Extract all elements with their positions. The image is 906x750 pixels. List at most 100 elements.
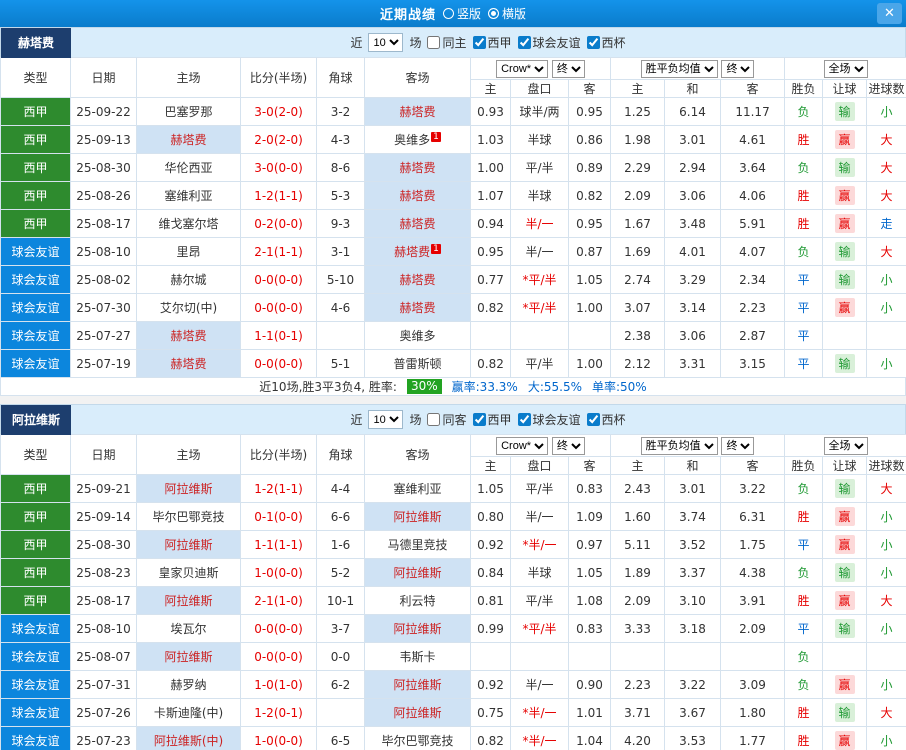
team-name: 赫塔费 — [399, 105, 436, 119]
bookmaker-select[interactable]: Crow* — [496, 59, 549, 78]
recent-count-select[interactable]: 10 — [368, 410, 404, 429]
away-team: 普雷斯顿 — [364, 349, 471, 378]
radio-icon[interactable] — [442, 8, 454, 19]
score: 0-2(0-0) — [240, 209, 317, 238]
result-cell: 胜 — [784, 502, 824, 531]
radio-icon[interactable] — [488, 8, 499, 19]
bookmaker-select[interactable]: Crow* — [496, 436, 549, 455]
team-name: 华伦西亚 — [164, 161, 213, 175]
ah-away-odds: 0.83 — [567, 614, 612, 643]
subcol-result: 胜负 — [784, 456, 824, 475]
filter-same-venue[interactable]: 同主 — [427, 34, 467, 51]
ah-away-odds: 1.01 — [567, 698, 612, 727]
handicap-badge: 输 — [834, 242, 855, 261]
corner-score: 5-3 — [316, 181, 365, 210]
avg-draw-odds: 3.53 — [664, 726, 722, 750]
avg-odds-select[interactable]: 胜平负均值 — [640, 436, 718, 455]
goals-result-cell: 小 — [866, 502, 906, 531]
home-team: 维戈塞尔塔 — [136, 209, 241, 238]
same-venue-checkbox[interactable] — [427, 413, 441, 426]
filter-label: 球会友谊 — [532, 413, 581, 427]
ah-home-odds: 0.82 — [470, 726, 511, 750]
recent-count-select[interactable]: 10 — [368, 33, 404, 52]
filter-league-cup[interactable]: 西杯 — [586, 411, 626, 428]
corner-score: 5-10 — [316, 265, 365, 294]
corner-score: 8-6 — [316, 153, 365, 182]
ah-line: 半/一 — [510, 670, 569, 699]
cup-checkbox[interactable] — [586, 36, 600, 49]
competition-badge: 西甲 — [0, 97, 71, 126]
team-name: 赫塔费 — [399, 189, 436, 203]
cup-checkbox[interactable] — [586, 413, 600, 426]
result-cell: 负 — [784, 670, 824, 699]
ah-home-odds: 0.92 — [470, 670, 511, 699]
match-row: 球会友谊 25-07-19 赫塔费 0-0(0-0) 5-1 普雷斯顿 0.82 平/半 1.0… — [0, 349, 906, 378]
friendly-checkbox[interactable] — [517, 36, 531, 49]
ah-odds-group: Crow* 终 — [469, 434, 612, 457]
filter-league-cup[interactable]: 西杯 — [586, 34, 626, 51]
scope-select[interactable]: 全场 — [823, 436, 868, 455]
away-team: 赫塔费 — [364, 97, 471, 126]
corner-score: 5-2 — [316, 558, 365, 587]
laliga-checkbox[interactable] — [472, 36, 486, 49]
ah-away-odds — [567, 642, 612, 671]
avg-away-odds: 1.80 — [720, 698, 786, 727]
ah-period-select[interactable]: 终 — [551, 59, 585, 78]
goals-result-cell: 大 — [866, 153, 906, 182]
handicap-result-cell: 赢 — [822, 502, 868, 531]
ah-line: *半/一 — [510, 726, 569, 750]
handicap-badge: 输 — [834, 703, 855, 722]
handicap-result-cell: 赢 — [822, 125, 868, 154]
filter-league-laliga[interactable]: 西甲 — [472, 34, 512, 51]
games-label: 场 — [409, 36, 422, 50]
layout-radio-horizontal[interactable]: 横版 — [488, 5, 526, 22]
team-name: 阿拉维斯 — [164, 538, 213, 552]
team-section-getafe: 赫塔费 近 10 场 同主 西甲 球会友谊 西杯 类型 日期 主场 比分(半场)… — [0, 27, 906, 396]
close-icon[interactable]: ✕ — [877, 3, 902, 24]
match-row: 西甲 25-08-30 阿拉维斯 1-1(1-1) 1-6 马德里竞技 0.92 *半/一 0.… — [0, 530, 906, 559]
score: 3-0(2-0) — [240, 97, 317, 126]
filter-same-venue[interactable]: 同客 — [427, 411, 467, 428]
match-row: 西甲 25-08-23 皇家贝迪斯 1-0(0-0) 5-2 阿拉维斯 0.84 半球 1.05… — [0, 558, 906, 587]
subcol-goals: 进球数 — [866, 79, 906, 98]
filter-league-laliga[interactable]: 西甲 — [472, 411, 512, 428]
filter-league-friendly[interactable]: 球会友谊 — [517, 411, 581, 428]
handicap-result-cell: 输 — [822, 97, 868, 126]
match-row: 球会友谊 25-08-10 里昂 2-1(1-1) 3-1 赫塔费 1 0.95 半/一 0.87… — [0, 237, 906, 266]
same-venue-checkbox[interactable] — [427, 36, 441, 49]
match-row: 球会友谊 25-07-23 阿拉维斯(中) 1-0(0-0) 6-5 毕尔巴鄂竞技 0.82… — [0, 726, 906, 750]
handicap-badge: 赢 — [834, 214, 855, 233]
ah-away-odds: 1.04 — [567, 726, 612, 750]
goals-result-cell: 大 — [866, 698, 906, 727]
avg-away-odds: 4.61 — [720, 125, 786, 154]
handicap-result-cell: 赢 — [822, 530, 868, 559]
home-team: 赫塔费 — [136, 125, 241, 154]
subcol-ah-line: 盘口 — [510, 79, 569, 98]
ah-period-select[interactable]: 终 — [551, 436, 585, 455]
home-team: 阿拉维斯 — [136, 586, 241, 615]
avg-draw-odds: 3.01 — [664, 474, 722, 503]
layout-radio-vertical[interactable]: 竖版 — [442, 5, 481, 22]
avg-away-odds: 1.75 — [720, 530, 786, 559]
avg-period-select[interactable]: 终 — [721, 59, 755, 78]
avg-away-odds: 4.07 — [720, 237, 786, 266]
team-name: 艾尔切(中) — [159, 301, 218, 315]
single-rate: 单率:50% — [591, 380, 647, 394]
avg-odds-select[interactable]: 胜平负均值 — [640, 59, 718, 78]
match-date: 25-08-02 — [70, 265, 137, 294]
team-name: 赫塔费 — [399, 217, 436, 231]
scope-select[interactable]: 全场 — [823, 59, 868, 78]
result-cell: 负 — [784, 153, 824, 182]
match-row: 西甲 25-09-22 巴塞罗那 3-0(2-0) 3-2 赫塔费 0.93 球半/两 0.95… — [0, 97, 906, 126]
avg-draw-odds: 3.52 — [664, 530, 722, 559]
team-name: 巴塞罗那 — [164, 105, 213, 119]
laliga-checkbox[interactable] — [472, 413, 486, 426]
avg-period-select[interactable]: 终 — [721, 436, 755, 455]
friendly-checkbox[interactable] — [517, 413, 531, 426]
match-date: 25-07-19 — [70, 349, 137, 378]
avg-away-odds: 2.23 — [720, 293, 786, 322]
filter-league-friendly[interactable]: 球会友谊 — [517, 34, 581, 51]
subcol-handicap: 让球 — [822, 79, 868, 98]
subcol-avg-away: 客 — [720, 456, 786, 475]
score: 1-2(0-1) — [240, 698, 317, 727]
